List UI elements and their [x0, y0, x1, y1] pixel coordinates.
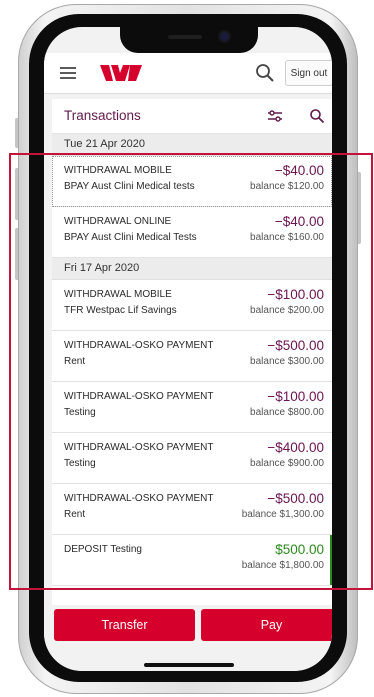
transaction-balance: balance $900.00 — [250, 458, 324, 469]
phone-notch — [120, 27, 258, 53]
transaction-description: Testing — [64, 407, 96, 418]
menu-icon[interactable] — [60, 67, 76, 79]
transaction-description: Rent — [64, 356, 86, 367]
transaction-row[interactable]: DEPOSIT Testing $500.00 balance $1,800.0… — [52, 535, 332, 586]
transaction-description: BPAY Aust Clini Medical Tests — [64, 232, 197, 243]
transaction-type: WITHDRAWAL-OSKO PAYMENT — [64, 340, 214, 351]
transaction-row[interactable]: WITHDRAWAL-OSKO PAYMENT Testing −$400.00… — [52, 433, 332, 484]
transaction-row[interactable]: WITHDRAWAL-OSKO PAYMENT Rent −$500.00 ba… — [52, 331, 332, 382]
transaction-amount: −$100.00 — [267, 389, 324, 404]
transaction-row[interactable]: WITHDRAWAL ONLINE BPAY Aust Clini Medica… — [52, 207, 332, 258]
transaction-type: WITHDRAWAL-OSKO PAYMENT — [64, 442, 214, 453]
transaction-row[interactable]: WITHDRAWAL MOBILE BPAY Aust Clini Medica… — [52, 156, 332, 207]
app-header: Sign out — [44, 53, 332, 94]
transaction-amount: −$40.00 — [274, 214, 324, 229]
transaction-amount: −$500.00 — [267, 491, 324, 506]
sign-out-button[interactable]: Sign out — [285, 60, 332, 86]
transaction-type: WITHDRAWAL ONLINE — [64, 216, 172, 227]
transaction-type: WITHDRAWAL-OSKO PAYMENT — [64, 493, 214, 504]
home-indicator — [144, 663, 234, 667]
transaction-type: WITHDRAWAL MOBILE — [64, 165, 172, 176]
action-bar: Transfer Pay — [44, 605, 332, 671]
transaction-type: WITHDRAWAL MOBILE — [64, 289, 172, 300]
transaction-type: WITHDRAWAL-OSKO PAYMENT — [64, 391, 214, 402]
transactions-header: Transactions — [52, 99, 332, 134]
transaction-balance: balance $200.00 — [250, 305, 324, 316]
transaction-balance: balance $800.00 — [250, 407, 324, 418]
pay-button[interactable]: Pay — [201, 609, 332, 641]
transaction-balance: balance $300.00 — [250, 356, 324, 367]
transaction-balance: balance $160.00 — [250, 232, 324, 243]
transaction-balance: balance $1,300.00 — [241, 509, 324, 520]
phone-screen: Sign out Transactions Tue 21 Apr 2020 WI… — [44, 27, 332, 671]
search-icon[interactable] — [254, 62, 276, 84]
front-camera — [220, 32, 229, 41]
transaction-type: DEPOSIT Testing — [64, 544, 142, 555]
transaction-balance: balance $1,800.00 — [241, 560, 324, 571]
transaction-row[interactable]: WITHDRAWAL MOBILE TFR Westpac Lif Saving… — [52, 280, 332, 331]
transaction-amount: −$40.00 — [274, 163, 324, 178]
transfer-button[interactable]: Transfer — [54, 609, 195, 641]
transaction-balance: balance $120.00 — [250, 181, 324, 192]
speaker-grille — [168, 35, 202, 39]
transaction-description: Rent — [64, 509, 86, 520]
filter-icon[interactable] — [267, 109, 283, 123]
transaction-description: Testing — [64, 458, 96, 469]
date-header: Fri 17 Apr 2020 — [52, 258, 332, 280]
transaction-amount: −$500.00 — [267, 338, 324, 353]
transactions-title: Transactions — [64, 108, 141, 123]
transaction-description: BPAY Aust Clini Medical tests — [64, 181, 195, 192]
transaction-amount: $500.00 — [275, 542, 324, 557]
transaction-row[interactable]: WITHDRAWAL-OSKO PAYMENT Testing −$100.00… — [52, 382, 332, 433]
transaction-amount: −$100.00 — [267, 287, 324, 302]
transactions-search-icon[interactable] — [309, 108, 325, 124]
transaction-row[interactable]: WITHDRAWAL-OSKO PAYMENT Rent −$500.00 ba… — [52, 484, 332, 535]
transaction-amount: −$400.00 — [267, 440, 324, 455]
transaction-description: TFR Westpac Lif Savings — [64, 305, 177, 316]
westpac-logo — [100, 65, 142, 81]
transactions-panel: Transactions Tue 21 Apr 2020 WITHDRAWAL … — [52, 99, 332, 605]
date-header: Tue 21 Apr 2020 — [52, 134, 332, 156]
